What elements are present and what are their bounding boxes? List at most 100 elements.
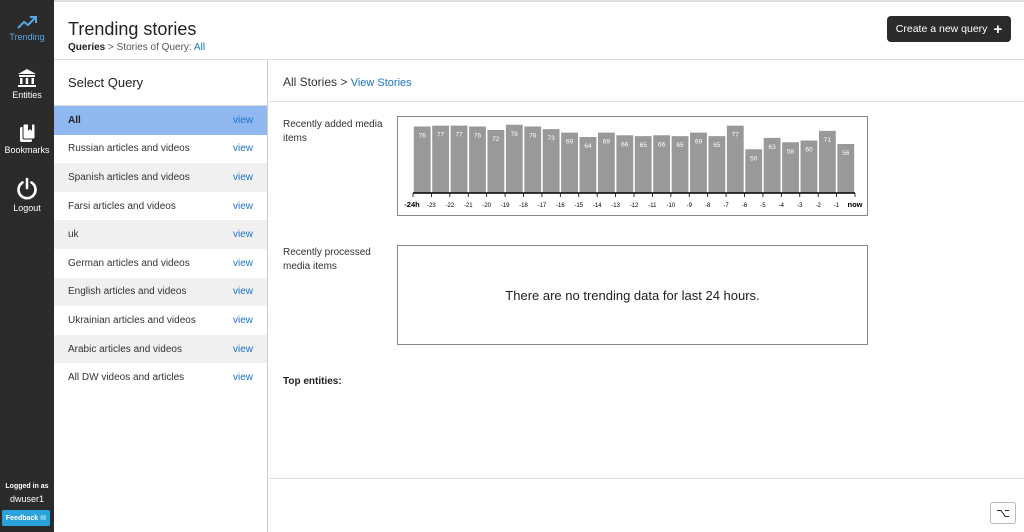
query-view-link[interactable]: view [233,143,253,154]
query-name: All [68,114,81,126]
query-view-link[interactable]: view [233,258,253,269]
chart-bar-value: 69 [566,139,574,146]
query-row[interactable]: Arabic articles and videos view [54,334,267,364]
chart-bar-value: 65 [676,142,684,149]
query-view-link[interactable]: view [233,315,253,326]
query-panel: Select Query All view Russian articles and… [54,60,268,532]
query-row[interactable]: Ukrainian articles and videos view [54,306,267,335]
chart-bar-value: 69 [695,139,703,146]
query-view-link[interactable]: view [233,172,253,183]
chart-tick-label: -12 [630,203,639,209]
chart-bar-value: 50 [750,155,758,162]
chart-tick-label: -7 [723,203,729,209]
stories-heading-separator: > [337,75,351,89]
option-key-button[interactable]: ⌥ [990,502,1016,524]
feedback-button[interactable]: Feedback ✉ [2,510,50,526]
query-row[interactable]: English articles and videos view [54,277,267,307]
chart-bar-value: 71 [824,137,832,144]
main-content: All Stories > View Stories Recently adde… [269,60,1024,532]
chart-bar-value: 77 [455,132,463,139]
chart-tick-label: -24h [404,200,420,209]
query-view-link[interactable]: view [233,344,253,355]
side-nav: Trending Entities Bookmarks Logout Logge… [0,0,54,532]
bookmark-icon [20,123,36,142]
chart-tick-label: -8 [705,203,711,209]
nav-bookmarks-label: Bookmarks [4,145,50,155]
chart-bar-value: 76 [419,133,427,140]
stories-heading: All Stories > View Stories [269,60,1024,102]
nav-logout[interactable]: Logout [0,177,54,213]
chart-bar-value: 66 [658,141,666,148]
chart-tick-label: -16 [556,203,565,209]
query-view-link[interactable]: view [233,229,253,240]
chart-bar-value: 66 [621,141,629,148]
breadcrumb: Queries > Stories of Query: All [68,42,205,53]
chart-tick-label: -20 [482,203,491,209]
create-query-label: Create a new query [895,23,988,35]
username: dwuser1 [9,494,45,504]
empty-trending-message: There are no trending data for last 24 h… [505,288,760,303]
query-row[interactable]: German articles and videos view [54,249,267,278]
query-view-link[interactable]: view [233,372,253,383]
chart-tick-label: -19 [501,203,510,209]
page-header: Trending stories Queries > Stories of Qu… [54,0,1024,60]
chart-bar-value: 60 [805,147,813,154]
chart-tick-label: -5 [760,203,766,209]
chart-tick-label: -6 [742,203,748,209]
stories-heading-text: All Stories [283,75,338,89]
breadcrumb-separator: > [105,42,117,53]
query-view-link[interactable]: view [233,201,253,212]
view-stories-link[interactable]: View Stories [351,77,412,89]
query-row[interactable]: All DW videos and articles view [54,363,267,392]
recent-added-chart-box: 76 77 77 76 72 78 76 73 69 64 69 66 65 66 65 69 65 77 50 63… [397,116,868,216]
chart-tick-label: -14 [593,203,602,209]
chart-tick-label: -21 [464,203,473,209]
chart-tick-label: -18 [519,203,528,209]
chart-tick-label: -2 [815,203,821,209]
nav-trending[interactable]: Trending [0,14,54,42]
query-view-link[interactable]: view [233,115,253,126]
chart-bar-value: 58 [787,148,795,155]
chart-bar-value: 65 [713,142,721,149]
recent-added-label: Recently added media items [283,119,383,144]
chart-bar-value: 63 [769,144,777,151]
chart-bar-value: 72 [492,136,500,143]
app: Trending Entities Bookmarks Logout Logge… [0,0,1024,532]
breadcrumb-queries-link[interactable]: Queries [68,42,105,53]
query-row[interactable]: uk view [54,220,267,249]
nav-bookmarks[interactable]: Bookmarks [0,123,54,155]
chart-tick-label: now [848,200,863,209]
breadcrumb-current[interactable]: All [194,42,205,53]
chart-bar-value: 73 [548,135,556,142]
chart-tick-label: -9 [687,203,693,209]
chart-tick-label: -23 [427,203,436,209]
nav-logout-label: Logout [13,203,41,213]
query-name: Russian articles and videos [68,143,190,155]
feedback-label: Feedback [5,514,39,522]
chart-bar-value: 78 [511,131,519,138]
chart-bar-value: 76 [529,133,537,140]
query-row[interactable]: Farsi articles and videos view [54,192,267,221]
chart-tick-label: -10 [666,203,675,209]
query-row[interactable]: All view [54,106,267,135]
query-name: Ukrainian articles and videos [68,314,196,326]
page-title: Trending stories [68,19,197,39]
bank-icon [18,69,36,87]
query-view-link[interactable]: view [233,286,253,297]
chart-bar-value: 77 [732,132,740,139]
create-query-button[interactable]: Create a new query + [887,16,1011,42]
query-list: All view Russian articles and videos view Sp… [54,106,267,392]
chart-tick-label: -15 [574,203,583,209]
query-name: uk [68,229,79,241]
query-row[interactable]: Spanish articles and videos view [54,163,267,192]
query-row[interactable]: Russian articles and videos view [54,135,267,164]
chart-bar-value: 56 [842,150,850,157]
chart-tick-label: -3 [797,203,803,209]
power-icon [17,177,37,200]
chart-tick-label: -11 [648,203,657,209]
envelope-icon: ✉ [40,515,47,522]
query-name: English articles and videos [68,286,187,298]
nav-entities[interactable]: Entities [0,68,54,100]
chart-bar-value: 76 [474,133,482,140]
nav-trending-label: Trending [9,32,45,42]
